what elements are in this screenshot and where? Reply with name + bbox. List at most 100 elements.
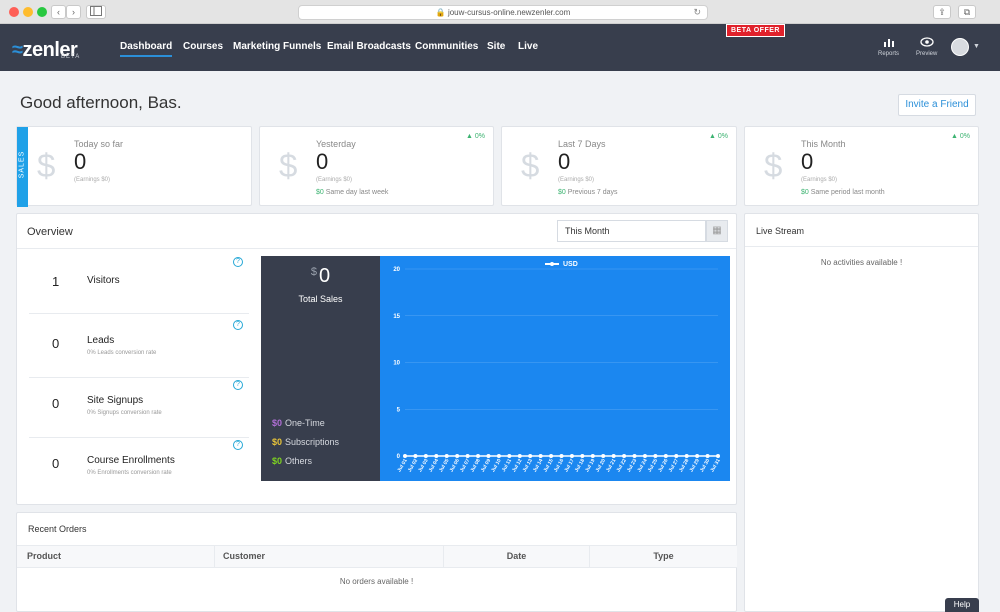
user-avatar[interactable] [951, 38, 969, 56]
metric-subtext: 0% Enrollments conversion rate [87, 470, 172, 476]
divider [17, 248, 736, 249]
tabs-overview-icon[interactable]: ⧉ [958, 5, 976, 19]
column-customer[interactable]: Customer [215, 545, 444, 568]
dollar-icon: $ [37, 147, 56, 184]
sales-tab: SALES [17, 127, 28, 207]
invite-friend-button[interactable]: Invite a Friend [898, 94, 976, 116]
y-tick-label: 15 [393, 314, 400, 320]
change-percent: ▲ 0% [466, 133, 485, 140]
sales-chart-svg: 05101520USDJul 01Jul 02Jul 03Jul 04Jul 0… [393, 261, 722, 473]
lock-icon: 🔒 [435, 8, 448, 17]
data-point [622, 454, 627, 458]
stat-value: 0 [801, 149, 814, 174]
data-point [716, 454, 720, 458]
nav-courses[interactable]: Courses [183, 41, 223, 52]
nav-email-broadcasts[interactable]: Email Broadcasts [327, 41, 411, 52]
dollar-icon: $0 [272, 437, 283, 447]
sidebar-toggle-icon[interactable] [86, 5, 106, 19]
address-bar[interactable]: 🔒 jouw-cursus-online.newzenler.com ↻ [298, 5, 708, 20]
column-type[interactable]: Type [590, 545, 737, 568]
stat-label: Last 7 Days [558, 139, 606, 149]
stat-earnings: (Earnings $0) [558, 177, 595, 183]
legend-label: USD [563, 261, 578, 268]
metric-name: Site Signups [87, 395, 144, 406]
close-window-button[interactable] [9, 7, 19, 17]
reports-label: Reports [878, 51, 900, 57]
top-navigation: ≈zenler BETA Dashboard Courses Marketing… [0, 24, 1000, 71]
chevron-down-icon[interactable]: ▼ [973, 43, 980, 50]
data-point [559, 454, 564, 458]
column-date[interactable]: Date [444, 545, 590, 568]
stat-label: This Month [801, 139, 846, 149]
back-button[interactable]: ‹ [51, 5, 66, 19]
nav-dashboard[interactable]: Dashboard [120, 41, 173, 57]
total-sales-box: $0 Total Sales $0 One-Time $0 Subscription… [261, 256, 380, 481]
orders-empty: No orders available ! [339, 577, 414, 586]
stat-card-today: SALES $ Today so far 0 (Earnings $0) [16, 126, 252, 207]
minimize-window-button[interactable] [23, 7, 33, 17]
nav-communities[interactable]: Communities [415, 41, 478, 52]
overview-title: Overview [27, 226, 73, 238]
nav-marketing-funnels[interactable]: Marketing Funnels [233, 41, 321, 52]
greeting-heading: Good afternoon, Bas. [20, 93, 182, 112]
data-point [455, 454, 460, 458]
breakdown-others: $0 Others [272, 456, 313, 466]
beta-offer-badge[interactable]: BETA OFFER [726, 24, 785, 37]
metric-subtext: 0% Signups conversion rate [87, 410, 162, 416]
divider [745, 246, 978, 247]
bar-chart-icon [878, 37, 899, 50]
data-point [695, 454, 700, 458]
data-point [434, 454, 439, 458]
y-tick-label: 10 [393, 361, 400, 367]
nav-live[interactable]: Live [518, 41, 538, 52]
stat-comparison: $0 Previous 7 days [558, 189, 618, 196]
y-tick-label: 5 [397, 407, 401, 413]
column-product[interactable]: Product [17, 545, 215, 568]
data-point [549, 454, 554, 458]
data-point [663, 454, 668, 458]
currency-symbol: $ [310, 266, 317, 278]
help-icon[interactable]: ? [233, 440, 243, 450]
calendar-icon[interactable]: ▦ [706, 220, 728, 242]
stat-comparison: $0 Same period last month [801, 189, 885, 196]
share-icon[interactable]: ⇪ [933, 5, 951, 19]
data-point [674, 454, 679, 458]
y-tick-label: 0 [397, 454, 401, 460]
metric-visitors: 1 Visitors ? [29, 254, 249, 314]
data-point [538, 454, 543, 458]
metric-site-signups: 0 Site Signups 0% Signups conversion rat… [29, 378, 249, 438]
forward-button[interactable]: › [66, 5, 81, 19]
reload-icon[interactable]: ↻ [693, 6, 701, 19]
recent-orders-title: Recent Orders [28, 524, 87, 534]
help-button[interactable]: Help [945, 598, 979, 612]
preview-button[interactable]: Preview [916, 37, 937, 57]
data-point [632, 454, 637, 458]
logo-beta-badge: BETA [61, 54, 81, 60]
nav-site[interactable]: Site [487, 41, 505, 52]
dollar-icon: $ [764, 147, 783, 184]
data-point [642, 454, 647, 458]
help-icon[interactable]: ? [233, 257, 243, 267]
stat-earnings: (Earnings $0) [801, 177, 838, 183]
reports-button[interactable]: Reports [878, 37, 899, 57]
help-icon[interactable]: ? [233, 320, 243, 330]
stat-value: 0 [558, 149, 571, 174]
metric-course-enrollments: 0 Course Enrollments 0% Enrollments conv… [29, 438, 249, 498]
help-icon[interactable]: ? [233, 380, 243, 390]
stat-card-last-7-days: $ ▲ 0% Last 7 Days 0 (Earnings $0) $0 Pr… [501, 126, 737, 206]
data-point [611, 454, 616, 458]
data-point [705, 454, 710, 458]
period-select[interactable]: This Month [557, 220, 706, 242]
y-tick-label: 20 [393, 267, 400, 273]
metric-subtext: 0% Leads conversion rate [87, 350, 157, 356]
breakdown-subscriptions: $0 Subscriptions [272, 437, 340, 447]
zoom-window-button[interactable] [37, 7, 47, 17]
data-point [476, 454, 481, 458]
stat-card-yesterday: $ ▲ 0% Yesterday 0 (Earnings $0) $0 Same… [259, 126, 494, 206]
stat-label: Yesterday [316, 139, 356, 149]
metric-value: 0 [52, 336, 60, 351]
total-sales-label: Total Sales [298, 294, 343, 304]
x-tick-label: Jul 31 [709, 458, 721, 473]
metric-name: Course Enrollments [87, 455, 175, 466]
data-point [413, 454, 418, 458]
